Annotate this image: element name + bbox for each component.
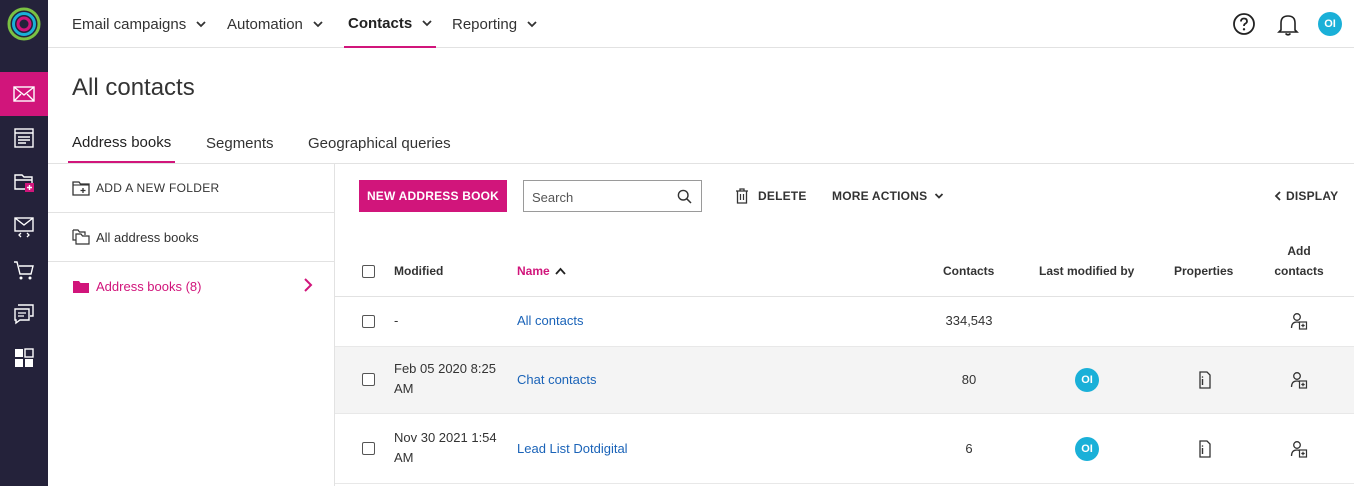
nav-contacts[interactable]: Contacts — [344, 0, 437, 48]
row-checkbox[interactable] — [362, 315, 375, 328]
chevron-down-icon — [313, 21, 323, 28]
folder-address-books[interactable]: Address books (8) — [48, 262, 334, 311]
row-name-link[interactable]: Chat contacts — [517, 372, 597, 387]
search-icon[interactable] — [677, 189, 692, 204]
row-modified-date: Nov 30 2021 1:54 — [394, 430, 497, 445]
column-properties: Properties — [1174, 264, 1234, 278]
trash-icon — [736, 188, 748, 204]
row-contacts-count: 334,543 — [945, 313, 993, 328]
tab-segments[interactable]: Segments — [206, 124, 274, 163]
add-folder-label: ADD A NEW FOLDER — [96, 181, 220, 195]
newsletter-icon — [14, 128, 34, 148]
rail-newsletters[interactable] — [0, 116, 48, 160]
chevron-left-icon — [1274, 191, 1281, 201]
row-checkbox[interactable] — [362, 442, 375, 455]
tab-address-books[interactable]: Address books — [68, 124, 176, 163]
search-box — [523, 180, 702, 212]
nav-label: Contacts — [348, 14, 413, 32]
nav-label: Automation — [227, 15, 303, 33]
properties-document-icon[interactable] — [1196, 371, 1214, 389]
nav-reporting[interactable]: Reporting — [452, 0, 537, 48]
row-name-link[interactable]: Lead List Dotdigital — [517, 441, 628, 456]
chevron-right-icon — [304, 278, 313, 292]
add-contact-icon[interactable] — [1290, 371, 1308, 389]
column-name-label: Name — [517, 264, 550, 278]
display-label: DISPLAY — [1286, 189, 1339, 203]
column-contacts[interactable]: Contacts — [943, 264, 994, 278]
properties-document-icon[interactable] — [1196, 440, 1214, 458]
row-modified-date: Feb 05 2020 8:25 — [394, 361, 496, 376]
page-title: All contacts — [72, 74, 195, 101]
rail-chat[interactable] — [0, 292, 48, 336]
row-modified-period: AM — [394, 381, 414, 396]
table-header: Modified Name Contacts Last modified by … — [335, 232, 1354, 297]
nav-email-campaigns[interactable]: Email campaigns — [72, 0, 206, 48]
rail-ecommerce[interactable] — [0, 248, 48, 292]
folder-icon — [73, 280, 89, 293]
rail-email-campaigns[interactable] — [0, 72, 48, 116]
transactional-mail-icon — [14, 217, 34, 238]
add-folder-icon — [72, 181, 90, 196]
add-contact-icon[interactable] — [1290, 312, 1308, 330]
more-actions-dropdown[interactable]: MORE ACTIONS — [832, 186, 944, 206]
search-input[interactable] — [532, 188, 672, 206]
modified-by-avatar: OI — [1075, 437, 1099, 461]
add-contact-icon[interactable] — [1290, 440, 1308, 458]
column-modified[interactable]: Modified — [394, 264, 443, 278]
rail-transactional[interactable] — [0, 204, 48, 248]
folder-all-address-books[interactable]: All address books — [48, 213, 334, 262]
modified-by-avatar: OI — [1075, 368, 1099, 392]
row-name-link[interactable]: All contacts — [517, 313, 583, 328]
nav-label: Reporting — [452, 15, 518, 33]
tab-geographical-queries[interactable]: Geographical queries — [308, 124, 451, 163]
mail-icon — [13, 86, 35, 102]
rail-forms[interactable] — [0, 160, 48, 204]
delete-label: DELETE — [758, 189, 807, 203]
new-address-book-button[interactable]: NEW ADDRESS BOOK — [359, 180, 507, 212]
row-checkbox[interactable] — [362, 373, 375, 386]
row-modified-period: AM — [394, 450, 414, 465]
row-modified: - — [394, 313, 399, 328]
cart-icon — [14, 261, 34, 280]
folders-icon — [72, 229, 90, 245]
chevron-down-icon — [422, 20, 432, 27]
folder-label: All address books — [96, 229, 199, 245]
chevron-down-icon — [196, 21, 206, 28]
add-folder-button[interactable]: ADD A NEW FOLDER — [48, 164, 334, 213]
apps-icon — [15, 348, 34, 367]
folder-label: Address books (8) — [96, 279, 202, 294]
chevron-down-icon — [935, 193, 944, 199]
table-row[interactable]: Nov 30 2021 1:54 AM Lead List Dotdigital… — [335, 414, 1354, 484]
delete-button[interactable]: DELETE — [735, 186, 807, 206]
sort-ascending-icon — [555, 267, 566, 275]
select-all-checkbox[interactable] — [362, 265, 375, 278]
left-rail — [0, 0, 48, 486]
column-add-contacts: Add — [1287, 244, 1311, 258]
dotdigital-logo[interactable] — [7, 7, 41, 41]
rail-apps[interactable] — [0, 336, 48, 380]
folder-panel: ADD A NEW FOLDER All address books Addre… — [48, 164, 335, 486]
column-last-modified-by[interactable]: Last modified by — [1039, 264, 1134, 278]
row-modified: Feb 05 2020 8:25 AM — [394, 359, 504, 399]
row-contacts-count: 6 — [965, 441, 973, 456]
more-actions-label: MORE ACTIONS — [832, 189, 928, 203]
user-avatar[interactable]: OI — [1318, 12, 1342, 36]
column-name[interactable]: Name — [517, 264, 566, 278]
table-row[interactable]: - All contacts 334,543 — [335, 297, 1354, 347]
notifications-bell-icon[interactable] — [1277, 12, 1299, 36]
row-modified: Nov 30 2021 1:54 AM — [394, 428, 504, 468]
tab-bar: Address books Segments Geographical quer… — [48, 124, 1354, 164]
chat-icon — [14, 304, 34, 325]
help-icon[interactable] — [1232, 12, 1256, 36]
nav-automation[interactable]: Automation — [227, 0, 323, 48]
row-contacts-count: 80 — [961, 372, 977, 387]
nav-label: Email campaigns — [72, 15, 187, 33]
display-toggle[interactable]: DISPLAY — [1274, 186, 1338, 206]
top-navigation: Email campaigns Automation Contacts Repo… — [48, 0, 1354, 48]
forms-icon — [14, 174, 34, 192]
column-add-contacts: contacts — [1274, 264, 1324, 278]
chevron-down-icon — [527, 21, 537, 28]
table-row[interactable]: Feb 05 2020 8:25 AM Chat contacts 80 OI — [335, 347, 1354, 414]
